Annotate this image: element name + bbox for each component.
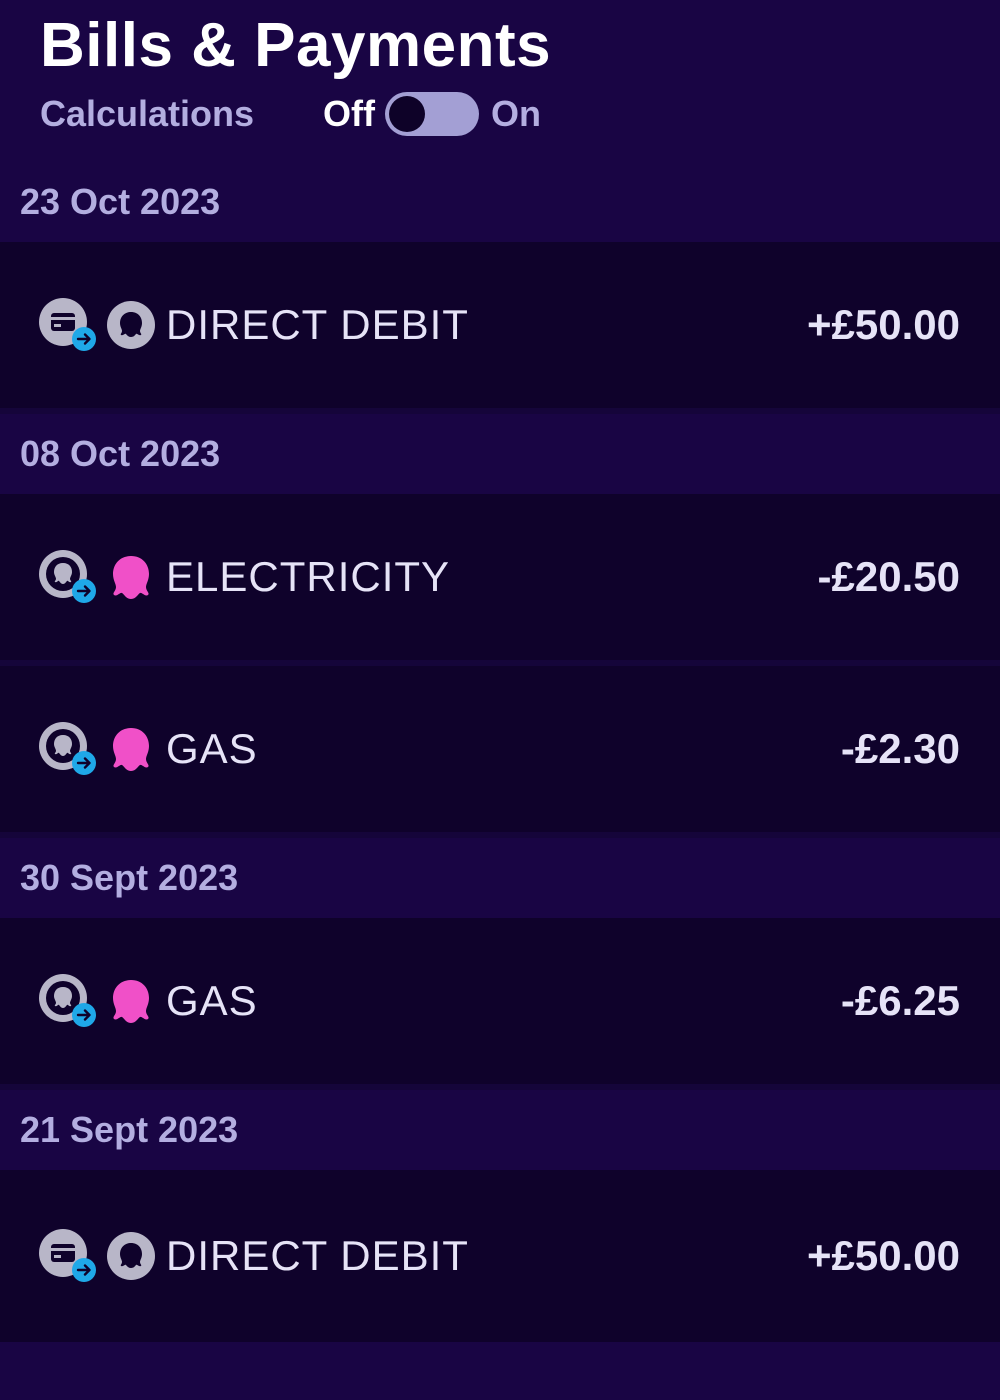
header: Bills & Payments Calculations Off On	[0, 0, 1000, 162]
transaction-icons	[38, 1226, 156, 1286]
transaction-label: ELECTRICITY	[166, 553, 451, 600]
bills-payments-screen: Bills & Payments Calculations Off On 23 …	[0, 0, 1000, 1400]
date-header: 21 Sept 2023	[0, 1090, 1000, 1170]
transaction-amount: -£20.50	[817, 553, 960, 600]
transaction-amount: +£50.00	[807, 1232, 960, 1279]
arrow-badge-icon	[72, 327, 96, 351]
calculations-row: Calculations Off On	[40, 88, 1000, 140]
date-header: 08 Oct 2023	[0, 414, 1000, 494]
transaction-label: DIRECT DEBIT	[166, 301, 469, 348]
toggle-off-label: Off	[323, 93, 375, 134]
card-icon	[38, 295, 98, 355]
octopus-pink-icon	[113, 728, 149, 771]
calculations-toggle[interactable]	[384, 92, 479, 136]
card-icon	[38, 1226, 98, 1286]
page-title: Bills & Payments	[40, 11, 552, 80]
arrow-badge-icon	[72, 579, 96, 603]
transaction-label: GAS	[166, 977, 258, 1024]
transaction-label: DIRECT DEBIT	[166, 1232, 469, 1279]
arrow-badge-icon	[72, 1258, 96, 1282]
toggle-knob	[388, 96, 425, 132]
arrow-badge-icon	[72, 1003, 96, 1027]
date-header: 30 Sept 2023	[0, 838, 1000, 918]
date-header: 23 Oct 2023	[0, 162, 1000, 242]
octopus-outline-icon	[107, 1232, 155, 1280]
transaction-icons	[38, 547, 156, 607]
transaction-amount: +£50.00	[807, 301, 960, 348]
octopus-bill-icon	[38, 547, 98, 607]
transaction-label: GAS	[166, 725, 258, 772]
transaction-icons	[38, 719, 156, 779]
arrow-badge-icon	[72, 751, 96, 775]
transaction-amount: -£6.25	[840, 977, 960, 1024]
transaction-row[interactable]: GAS -£6.25	[0, 918, 1000, 1090]
transaction-row[interactable]: ELECTRICITY -£20.50	[0, 494, 1000, 666]
toggle-on-label: On	[490, 93, 541, 134]
octopus-pink-icon	[113, 980, 149, 1023]
transaction-row[interactable]: DIRECT DEBIT +£50.00	[0, 242, 1000, 414]
transaction-row[interactable]: DIRECT DEBIT +£50.00	[0, 1170, 1000, 1342]
calculations-label: Calculations	[40, 93, 255, 134]
transaction-icons	[38, 295, 156, 355]
octopus-pink-icon	[113, 556, 149, 599]
octopus-bill-icon	[38, 719, 98, 779]
octopus-outline-icon	[107, 301, 155, 349]
transaction-row[interactable]: GAS -£2.30	[0, 666, 1000, 838]
transaction-icons	[38, 971, 156, 1031]
transaction-amount: -£2.30	[840, 725, 960, 772]
octopus-bill-icon	[38, 971, 98, 1031]
